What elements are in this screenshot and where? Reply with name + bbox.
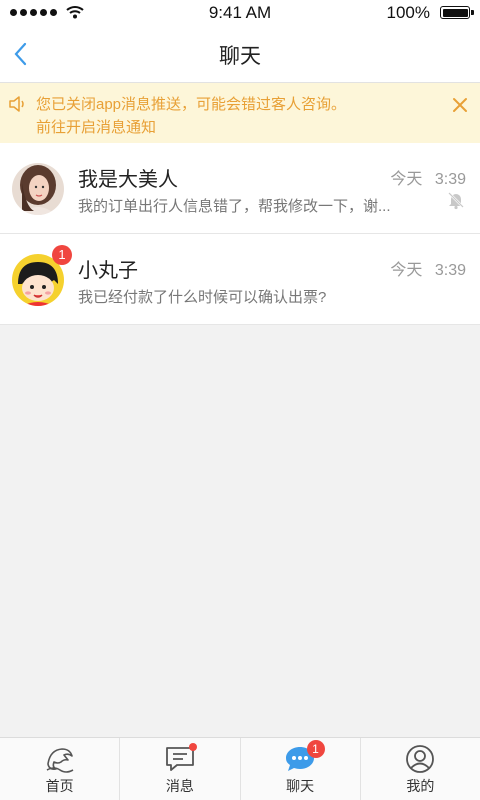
chat-list-item[interactable]: 我是大美人 今天 3:39 我的订单出行人信息错了，帮我修改一下，谢... xyxy=(0,143,480,234)
tab-label: 消息 xyxy=(165,778,194,794)
message-day: 今天 xyxy=(390,262,423,279)
status-bar: 9:41 AM 100% xyxy=(0,0,480,26)
message-clock: 3:39 xyxy=(434,262,466,279)
chat-unread-badge: 1 xyxy=(306,740,325,758)
message-time: 今天 3:39 xyxy=(390,256,466,280)
close-icon[interactable] xyxy=(450,95,470,115)
enable-notifications-link[interactable]: 前往开启消息通知 xyxy=(36,116,156,137)
battery-percent: 100% xyxy=(386,3,430,22)
message-clock: 3:39 xyxy=(434,171,466,188)
tab-profile[interactable]: 我的 xyxy=(361,738,480,800)
home-dolphin-icon xyxy=(46,748,74,773)
message-preview: 我已经付款了什么时候可以确认出票? xyxy=(78,289,327,306)
unread-badge: 1 xyxy=(52,245,72,265)
message-day: 今天 xyxy=(390,171,423,188)
push-disabled-banner: 您已关闭app消息推送，可能会错过客人咨询。 前往开启消息通知 xyxy=(0,83,480,143)
nav-bar: 聊天 xyxy=(0,26,480,83)
tab-label: 首页 xyxy=(45,778,74,794)
message-time: 今天 3:39 xyxy=(390,165,466,189)
tab-home[interactable]: 首页 xyxy=(0,738,121,800)
tab-chat[interactable]: 1 聊天 xyxy=(241,738,361,800)
profile-icon xyxy=(406,745,435,773)
contact-name: 我是大美人 xyxy=(78,169,178,191)
tab-label: 聊天 xyxy=(286,778,315,794)
new-message-dot xyxy=(189,743,198,751)
contact-name: 小丸子 xyxy=(78,260,138,282)
tab-bar: 首页 消息 1 聊天 我的 xyxy=(0,737,480,800)
speaker-icon xyxy=(9,96,24,112)
chat-list-item[interactable]: 1 小丸子 今天 3:39 我已经付款了什么时候可以确认出票? xyxy=(0,234,480,325)
message-preview: 我的订单出行人信息错了，帮我修改一下，谢... xyxy=(78,198,391,215)
tab-messages[interactable]: 消息 xyxy=(120,738,241,800)
chat-list: 我是大美人 今天 3:39 我的订单出行人信息错了，帮我修改一下，谢... 1 … xyxy=(0,143,480,325)
muted-bell-icon xyxy=(448,192,464,210)
notice-text: 您已关闭app消息推送，可能会错过客人咨询。 xyxy=(36,96,347,113)
tab-label: 我的 xyxy=(406,778,435,794)
avatar xyxy=(12,163,64,215)
battery-icon xyxy=(440,6,474,19)
page-title: 聊天 xyxy=(219,45,261,68)
